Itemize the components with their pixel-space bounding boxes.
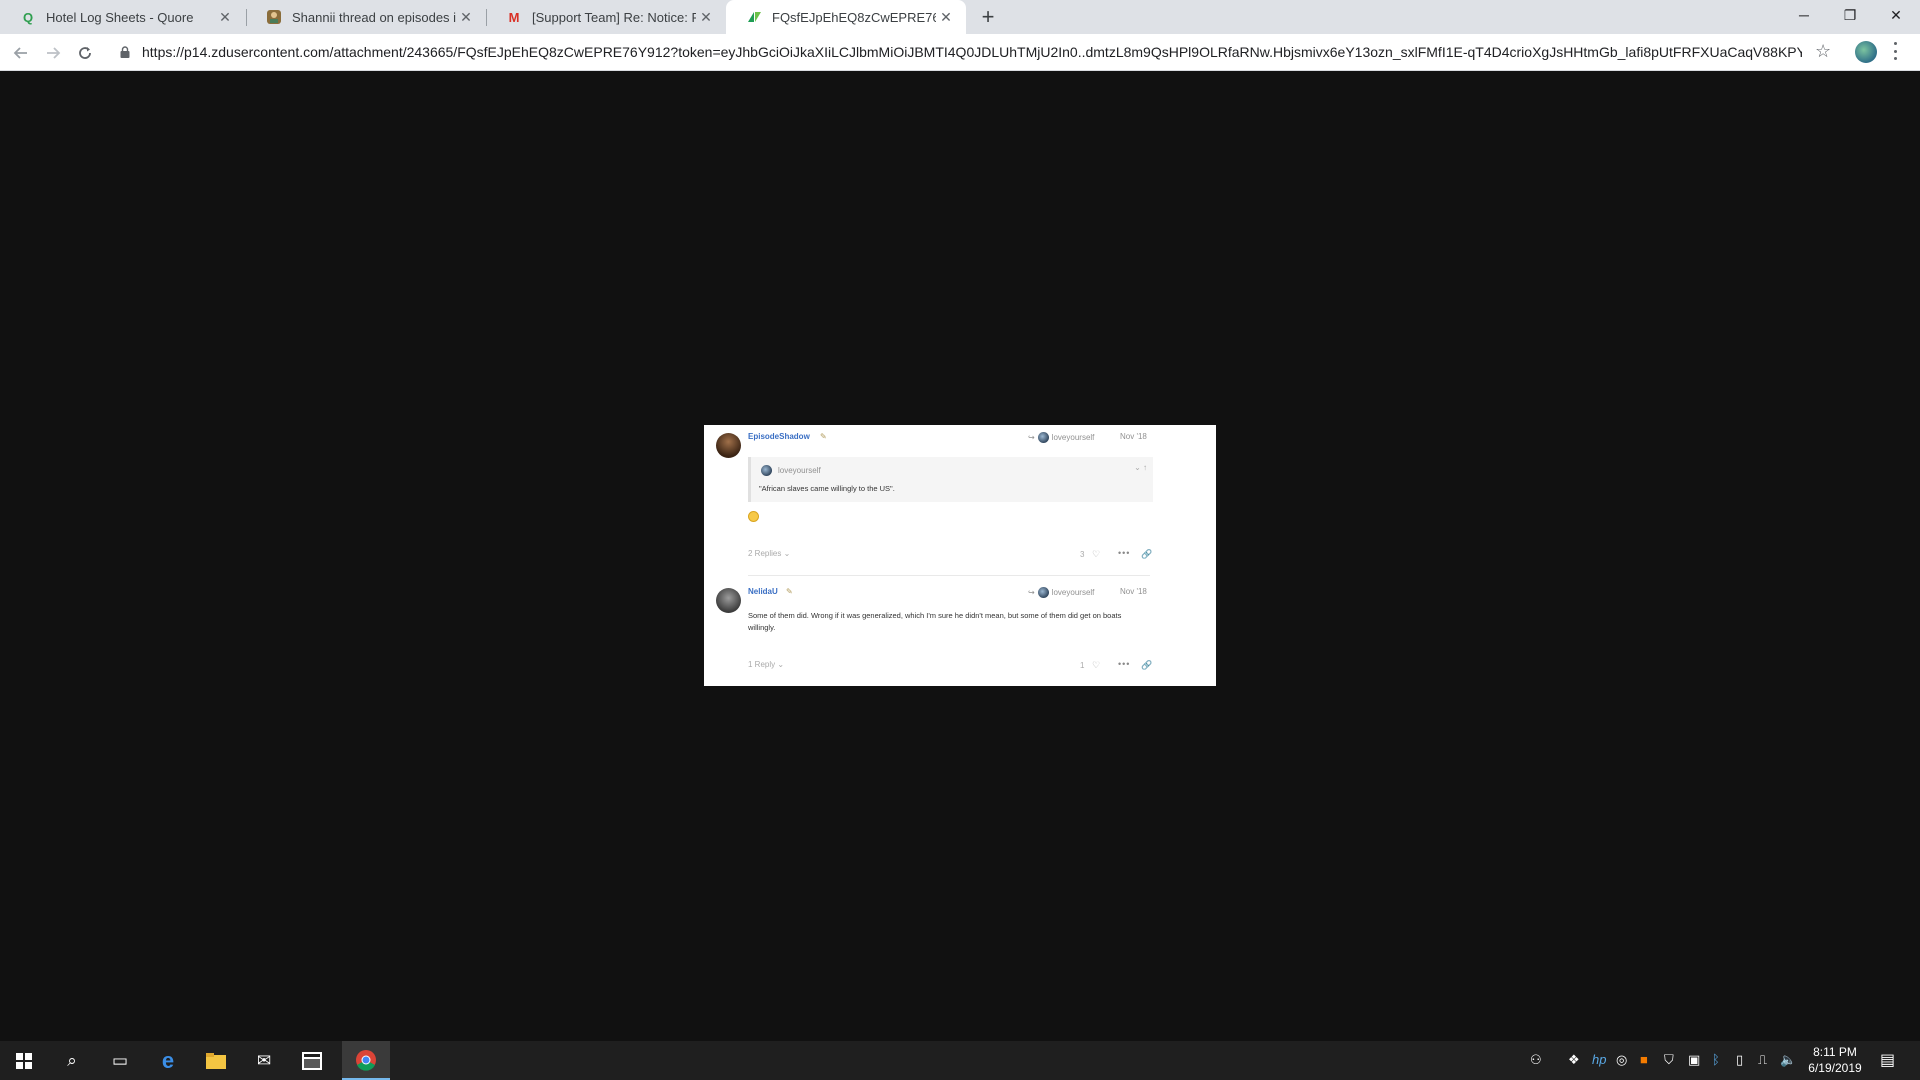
close-window-button[interactable]: ✕ — [1873, 0, 1919, 30]
close-tab-icon[interactable]: ✕ — [456, 7, 476, 27]
reload-button[interactable] — [73, 41, 97, 65]
bluetooth-tray-icon[interactable]: ᛒ — [1712, 1052, 1720, 1067]
new-tab-button[interactable]: + — [976, 4, 1000, 29]
tab-title: FQsfEJpEhEQ8zCwEPRE76Y912 (5 — [772, 9, 936, 25]
clock-date: 6/19/2019 — [1808, 1061, 1862, 1075]
replies-count: 1 Reply — [748, 660, 776, 669]
like-heart-icon[interactable]: ♡ — [1092, 660, 1100, 671]
search-icon[interactable]: ⌕ — [48, 1041, 96, 1080]
hp-tray-icon[interactable]: hp — [1592, 1052, 1606, 1067]
start-button[interactable] — [0, 1041, 48, 1080]
comment-post: NelidaU ✎ ↪ loveyourself Nov '18 Some of… — [704, 580, 1216, 686]
reply-arrow-icon: ↪ — [1028, 588, 1035, 597]
back-arrow-icon — [13, 47, 27, 59]
zendesk-icon — [746, 9, 762, 25]
mail-icon[interactable]: ✉ — [240, 1041, 288, 1080]
share-link-icon[interactable]: 🔗 — [1141, 549, 1152, 560]
tab-attachment[interactable]: FQsfEJpEhEQ8zCwEPRE76Y912 (5 ✕ — [726, 0, 966, 34]
mini-avatar — [1037, 432, 1049, 443]
tab-quore[interactable]: Q Hotel Log Sheets - Quore ✕ — [0, 0, 245, 34]
task-view-icon[interactable]: ▭ — [96, 1041, 144, 1080]
tab-title: [Support Team] Re: Notice: Platfo — [532, 9, 696, 25]
comment-date[interactable]: Nov '18 — [1120, 432, 1147, 441]
comment-username[interactable]: EpisodeShadow — [748, 432, 810, 441]
address-bar[interactable]: https://p14.zdusercontent.com/attachment… — [142, 44, 1802, 62]
mini-avatar — [1037, 587, 1049, 598]
reload-icon — [79, 47, 91, 59]
quote-expand-icon[interactable]: ⌄ ↑ — [1134, 463, 1147, 472]
avatar[interactable] — [716, 588, 741, 613]
close-tab-icon[interactable]: ✕ — [696, 7, 716, 27]
browser-toolbar: https://p14.zdusercontent.com/attachment… — [0, 34, 1920, 71]
volume-icon[interactable]: 🔈 — [1780, 1052, 1796, 1068]
forum-avatar-icon — [266, 9, 282, 25]
calculator-app-icon[interactable] — [288, 1041, 336, 1080]
like-count: 3 — [1080, 550, 1085, 559]
windows-logo-icon — [16, 1052, 32, 1069]
comment-post: EpisodeShadow ✎ ↪ loveyourself Nov '18 l… — [704, 425, 1216, 575]
people-icon[interactable]: ⚇ — [1530, 1052, 1542, 1068]
close-tab-icon[interactable]: ✕ — [215, 7, 235, 27]
edit-pencil-icon: ✎ — [786, 587, 793, 596]
edit-pencil-icon: ✎ — [820, 432, 827, 441]
sync-tray-icon[interactable]: ◎ — [1616, 1052, 1627, 1068]
gmail-icon: M — [508, 9, 520, 25]
windows-taskbar: ⌕ ▭ e ✉ ⚇ ❖ hp ◎ ■ ⛉ ▣ ᛒ ▯ ⎍ 🔈 8:11 PM 6… — [0, 1041, 1920, 1080]
reply-to-username: loveyourself — [1051, 433, 1095, 442]
replies-toggle[interactable]: 2 Replies ⌄ — [748, 549, 790, 558]
close-tab-icon[interactable]: ✕ — [936, 7, 956, 27]
chrome-taskbar-icon[interactable] — [342, 1041, 390, 1080]
share-link-icon[interactable]: 🔗 — [1141, 660, 1152, 671]
reply-arrow-icon: ↪ — [1028, 433, 1035, 442]
minimize-button[interactable]: ─ — [1781, 0, 1827, 30]
tab-title: Shannii thread on episodes is clo — [292, 9, 456, 25]
mini-avatar — [761, 465, 772, 476]
avatar[interactable] — [716, 433, 741, 458]
dropbox-tray-icon[interactable]: ❖ — [1568, 1052, 1580, 1068]
file-explorer-icon[interactable] — [192, 1041, 240, 1080]
reply-to-username: loveyourself — [1051, 588, 1095, 597]
tab-support-team-email[interactable]: M [Support Team] Re: Notice: Platfo ✕ — [486, 0, 726, 34]
lock-icon[interactable] — [120, 46, 130, 58]
browser-menu-icon[interactable] — [1892, 42, 1898, 60]
forward-button[interactable] — [41, 41, 65, 65]
security-tray-icon[interactable]: ■ — [1640, 1052, 1648, 1067]
reply-to-indicator[interactable]: ↪ loveyourself — [1028, 432, 1094, 443]
display-tray-icon[interactable]: ▣ — [1688, 1052, 1700, 1068]
tab-strip: Q Hotel Log Sheets - Quore ✕ Shannii thr… — [0, 0, 1920, 34]
quote-header: loveyourself — [761, 465, 821, 476]
tab-shannii-thread[interactable]: Shannii thread on episodes is clo ✕ — [246, 0, 486, 34]
profile-avatar[interactable] — [1855, 41, 1877, 63]
more-options-icon[interactable]: ••• — [1118, 659, 1130, 669]
back-button[interactable] — [9, 41, 33, 65]
action-center-icon[interactable]: ▤ — [1880, 1050, 1895, 1070]
usb-tray-icon[interactable]: ▯ — [1736, 1052, 1743, 1068]
bookmark-star-icon[interactable]: ☆ — [1815, 41, 1831, 62]
frowning-emoji-icon — [748, 511, 759, 522]
clock-time: 8:11 PM — [1813, 1045, 1857, 1059]
quote-username: loveyourself — [778, 466, 821, 475]
comment-body: Some of them did. Wrong if it was genera… — [748, 611, 1122, 632]
like-heart-icon[interactable]: ♡ — [1092, 549, 1100, 560]
network-icon[interactable]: ⎍ — [1758, 1052, 1767, 1068]
restore-button[interactable]: ❐ — [1827, 0, 1873, 30]
post-divider — [748, 575, 1150, 576]
edge-browser-icon[interactable]: e — [144, 1041, 192, 1080]
quote-block: loveyourself ⌄ ↑ "African slaves came wi… — [748, 457, 1153, 502]
reply-to-indicator[interactable]: ↪ loveyourself — [1028, 587, 1094, 598]
attachment-image: EpisodeShadow ✎ ↪ loveyourself Nov '18 l… — [704, 425, 1216, 686]
replies-toggle[interactable]: 1 Reply ⌄ — [748, 660, 784, 669]
like-count: 1 — [1080, 661, 1085, 670]
image-viewer-background: EpisodeShadow ✎ ↪ loveyourself Nov '18 l… — [0, 71, 1920, 1041]
forward-arrow-icon — [47, 47, 61, 59]
comment-username[interactable]: NelidaU — [748, 587, 778, 596]
shield-tray-icon[interactable]: ⛉ — [1664, 1052, 1674, 1068]
more-options-icon[interactable]: ••• — [1118, 548, 1130, 558]
comment-date[interactable]: Nov '18 — [1120, 587, 1147, 596]
taskbar-clock[interactable]: 8:11 PM 6/19/2019 — [1800, 1044, 1870, 1076]
replies-count: 2 Replies — [748, 549, 782, 558]
quore-icon: Q — [22, 9, 34, 25]
tab-title: Hotel Log Sheets - Quore — [46, 9, 194, 25]
quote-text: "African slaves came willingly to the US… — [759, 484, 895, 493]
